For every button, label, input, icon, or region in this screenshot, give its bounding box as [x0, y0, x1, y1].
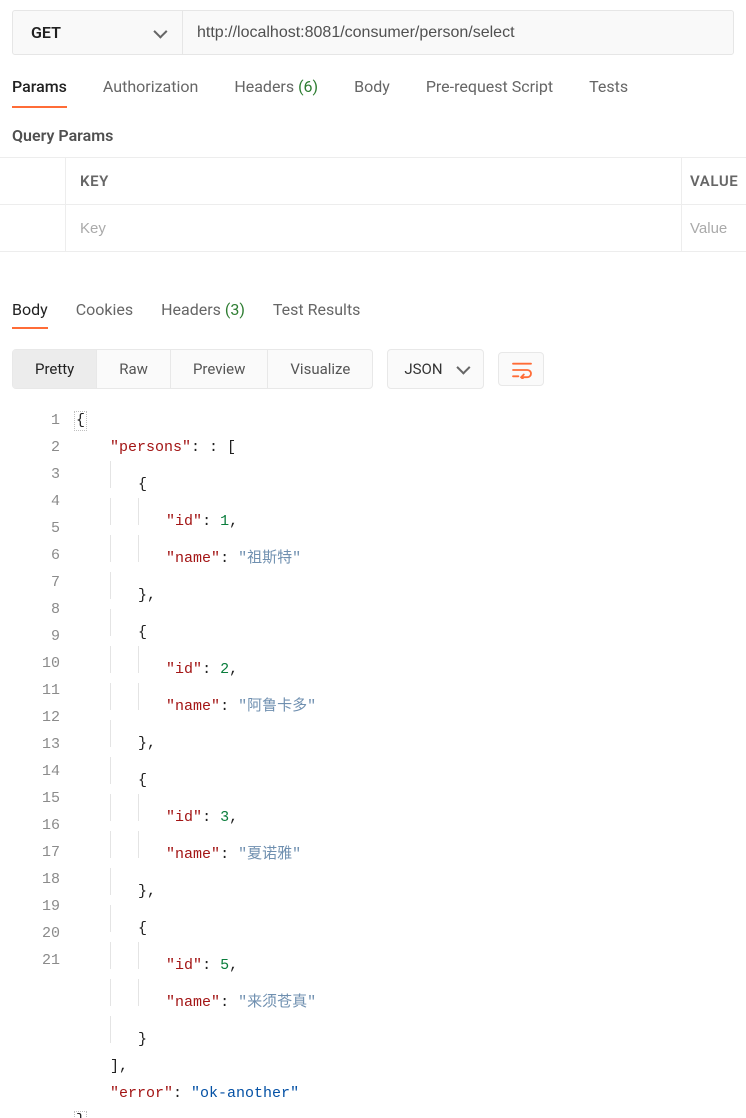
request-bar: GET: [12, 10, 734, 55]
view-pretty[interactable]: Pretty: [13, 350, 97, 388]
http-method-select[interactable]: GET: [13, 11, 183, 54]
chevron-down-icon: [456, 361, 470, 375]
view-visualize[interactable]: Visualize: [268, 350, 372, 388]
query-params-table: KEY VALUE: [0, 157, 746, 252]
resp-tab-body[interactable]: Body: [12, 300, 48, 329]
tab-headers-count: (6): [298, 77, 318, 96]
resp-tab-headers[interactable]: Headers (3): [161, 300, 245, 329]
response-toolbar: Pretty Raw Preview Visualize JSON: [0, 329, 746, 399]
lang-select[interactable]: JSON: [387, 349, 483, 389]
value-input[interactable]: [690, 220, 744, 237]
query-params-input-row: [0, 205, 746, 251]
wrap-lines-icon: [511, 361, 531, 377]
wrap-lines-button[interactable]: [498, 352, 544, 386]
view-preview[interactable]: Preview: [171, 350, 268, 388]
code-content[interactable]: { "persons": : [ { "id": 1, "name": "祖斯特…: [74, 407, 746, 1118]
query-params-title: Query Params: [0, 108, 746, 157]
row-handle: [0, 158, 66, 204]
chevron-down-icon: [153, 24, 167, 38]
response-tabs: Body Cookies Headers (3) Test Results: [0, 252, 746, 329]
response-body-viewer[interactable]: 123456789101112131415161718192021 { "per…: [0, 399, 746, 1118]
view-raw[interactable]: Raw: [97, 350, 171, 388]
resp-tab-cookies[interactable]: Cookies: [76, 300, 133, 329]
url-input[interactable]: [183, 11, 733, 54]
resp-tab-test-results[interactable]: Test Results: [273, 300, 361, 329]
key-header: KEY: [66, 158, 682, 204]
lang-label: JSON: [404, 360, 442, 378]
tab-headers[interactable]: Headers (6): [234, 77, 318, 108]
tab-authorization[interactable]: Authorization: [103, 77, 198, 108]
tab-tests[interactable]: Tests: [589, 77, 628, 108]
request-tabs: Params Authorization Headers (6) Body Pr…: [0, 55, 746, 108]
tab-body[interactable]: Body: [354, 77, 390, 108]
query-params-header-row: KEY VALUE: [0, 158, 746, 205]
row-handle[interactable]: [0, 205, 66, 251]
http-method-label: GET: [31, 23, 61, 42]
tab-pre-request[interactable]: Pre-request Script: [426, 77, 553, 108]
key-input[interactable]: [80, 220, 667, 237]
tab-params[interactable]: Params: [12, 77, 67, 108]
tab-headers-label: Headers: [234, 77, 294, 96]
resp-tab-headers-count: (3): [225, 300, 245, 319]
line-number-gutter: 123456789101112131415161718192021: [0, 407, 74, 1118]
value-header: VALUE: [682, 158, 746, 204]
resp-tab-headers-label: Headers: [161, 300, 221, 319]
view-mode-group: Pretty Raw Preview Visualize: [12, 349, 373, 389]
